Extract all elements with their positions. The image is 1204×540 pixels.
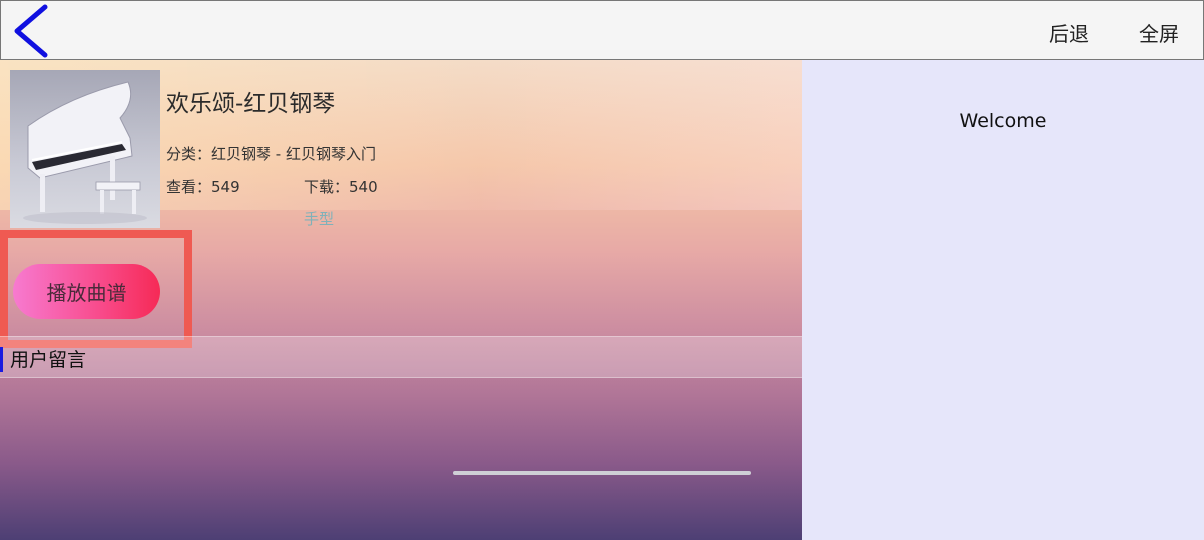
view-count: 查看：549 [166,178,240,196]
song-category: 分类：红贝钢琴 - 红贝钢琴入门 [166,145,376,163]
top-toolbar: 后退 全屏 [0,0,1204,60]
download-count: 下载：540 [304,178,378,196]
song-thumbnail [10,70,160,228]
grand-piano-image [23,81,147,224]
song-title: 欢乐颂-红贝钢琴 [166,91,336,117]
comments-section-header: 用户留言 [0,336,802,378]
section-accent-bar [0,347,3,372]
play-score-button[interactable]: 播放曲谱 [13,264,160,319]
welcome-text: Welcome [959,110,1047,132]
comments-title: 用户留言 [10,349,87,371]
back-text-button[interactable]: 后退 [1049,18,1089,47]
hand-type-link[interactable]: 手型 [304,208,334,229]
chevron-left-icon [14,4,48,58]
back-chevron-button[interactable] [9,3,53,59]
song-detail-panel: 欢乐颂-红贝钢琴 分类：红贝钢琴 - 红贝钢琴入门 查看：549 下载：540 … [0,60,802,540]
fullscreen-button[interactable]: 全屏 [1139,18,1179,47]
home-indicator[interactable] [453,471,751,475]
welcome-panel: Welcome [802,60,1204,540]
